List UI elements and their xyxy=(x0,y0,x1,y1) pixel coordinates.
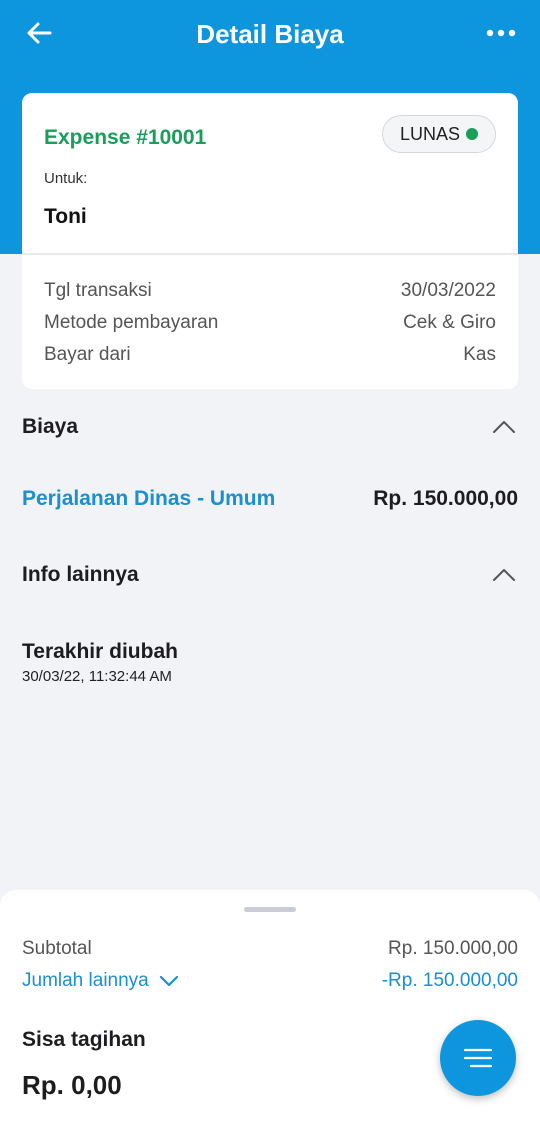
subtotal-row: Subtotal Rp. 150.000,00 xyxy=(22,936,518,962)
detail-value: 30/03/2022 xyxy=(400,280,496,301)
remaining-bill-value: Rp. 0,00 xyxy=(22,1070,122,1100)
expense-card: Expense #10001 LUNAS Untuk: Toni Tgl tra… xyxy=(22,93,518,389)
chevron-up-icon xyxy=(493,421,515,433)
menu-fab-button[interactable] xyxy=(440,1020,516,1096)
collapse-info-button[interactable] xyxy=(490,565,518,585)
detail-label: Bayar dari xyxy=(44,344,131,365)
sheet-drag-handle[interactable] xyxy=(244,907,296,912)
detail-label: Tgl transaksi xyxy=(44,280,152,301)
last-modified-value: 30/03/22, 11:32:44 AM xyxy=(22,668,172,685)
section-biaya-header[interactable]: Biaya xyxy=(22,412,518,442)
detail-label: Metode pembayaran xyxy=(44,312,219,333)
chevron-up-icon xyxy=(493,569,515,581)
page-title: Detail Biaya xyxy=(196,19,344,49)
status-dot-icon xyxy=(466,128,479,140)
more-options-button[interactable] xyxy=(484,20,518,46)
for-label: Untuk: xyxy=(44,170,88,187)
other-amount-value: -Rp. 150.000,00 xyxy=(381,970,518,991)
detail-row-transaction-date: Tgl transaksi 30/03/2022 xyxy=(44,279,496,311)
subtotal-value: Rp. 150.000,00 xyxy=(388,938,518,959)
transaction-details: Tgl transaksi 30/03/2022 Metode pembayar… xyxy=(44,279,496,375)
last-modified-label: Terakhir diubah xyxy=(22,640,178,663)
detail-value: Cek & Giro xyxy=(403,312,496,333)
chevron-down-icon xyxy=(159,975,178,987)
detail-value: Kas xyxy=(463,344,496,365)
expense-account-link[interactable]: Perjalanan Dinas - Umum xyxy=(22,487,275,511)
section-info-header[interactable]: Info lainnya xyxy=(22,560,518,590)
other-amount-row: Jumlah lainnya -Rp. 150.000,00 xyxy=(22,968,518,994)
menu-lines-icon xyxy=(463,1048,493,1068)
more-horizontal-icon xyxy=(486,29,516,37)
expense-item-row: Perjalanan Dinas - Umum Rp. 150.000,00 xyxy=(22,484,518,514)
detail-row-payment-method: Metode pembayaran Cek & Giro xyxy=(44,311,496,343)
status-badge: LUNAS xyxy=(382,115,496,153)
detail-row-paid-from: Bayar dari Kas xyxy=(44,343,496,375)
section-biaya-title: Biaya xyxy=(22,415,79,438)
contact-name: Toni xyxy=(44,205,87,228)
section-info-title: Info lainnya xyxy=(22,563,139,586)
subtotal-label: Subtotal xyxy=(22,938,92,959)
other-amount-label: Jumlah lainnya xyxy=(22,970,149,991)
other-amount-toggle[interactable]: Jumlah lainnya xyxy=(22,970,179,992)
collapse-biaya-button[interactable] xyxy=(490,417,518,437)
remaining-bill-label: Sisa tagihan xyxy=(22,1028,146,1051)
card-divider xyxy=(22,253,518,255)
status-badge-label: LUNAS xyxy=(399,123,461,144)
expense-item-amount: Rp. 150.000,00 xyxy=(373,487,518,510)
expense-title: Expense #10001 xyxy=(44,126,207,149)
